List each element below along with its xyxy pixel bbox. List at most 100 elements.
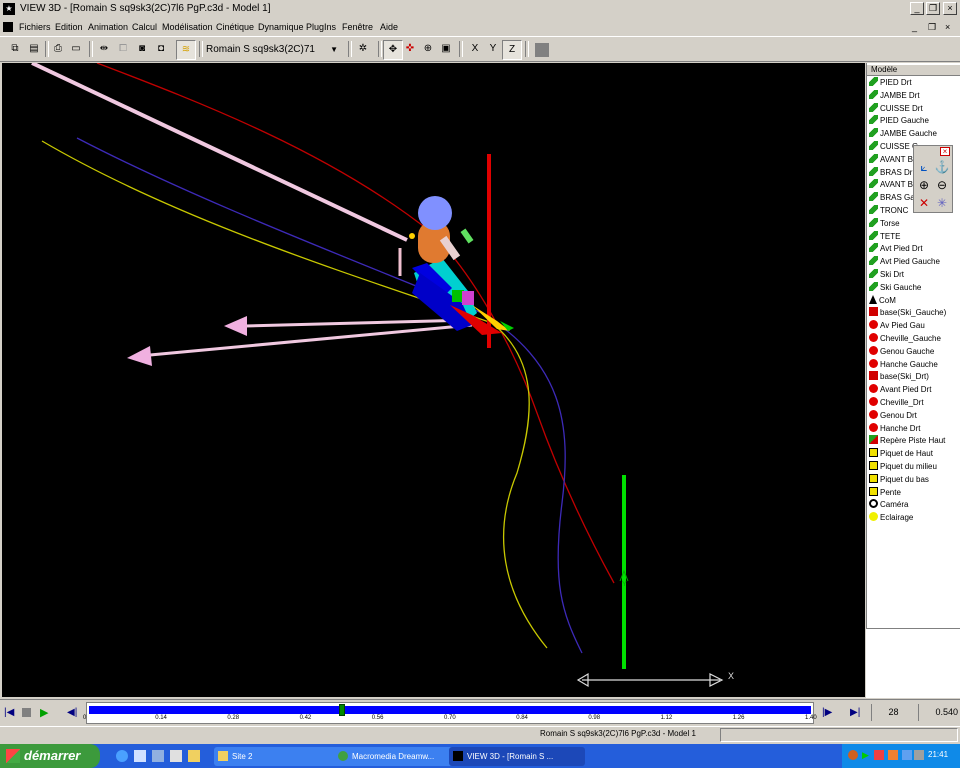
model-item[interactable]: CUISSE G — [869, 141, 918, 153]
model-item[interactable]: Repère Piste Haut — [869, 435, 945, 447]
model-item[interactable]: Ski Gauche — [869, 281, 921, 294]
menu-fichiers[interactable]: Fichiers — [19, 22, 51, 32]
network-icon[interactable] — [902, 750, 912, 760]
model-item[interactable]: Caméra — [869, 499, 908, 511]
model-item[interactable]: Pente — [869, 486, 901, 499]
model-item[interactable]: Genou Gauche — [869, 345, 934, 358]
tray-arrow-icon[interactable] — [848, 750, 858, 760]
task-site2[interactable]: Site 2 — [214, 747, 348, 766]
camera-icon[interactable]: ◙ — [133, 40, 151, 58]
model-item[interactable]: Genou Drt — [869, 409, 917, 422]
model-item[interactable]: Eclairage — [869, 512, 913, 524]
model-select[interactable]: Romain S sq9sk3(2C)71 ▼ — [206, 41, 344, 58]
print-icon[interactable]: ⎙ — [49, 40, 67, 58]
start-button[interactable]: démarrer — [0, 744, 100, 768]
menu-modelisation[interactable]: Modélisation — [162, 22, 213, 32]
frames-icon[interactable]: ⇹ — [95, 40, 113, 58]
model-item[interactable]: AVANT B — [869, 179, 913, 191]
model-item[interactable]: base(Ski_Drt) — [869, 371, 929, 383]
task-view3d[interactable]: VIEW 3D - [Romain S ... — [449, 747, 585, 766]
viewport-3d[interactable]: Y X — [2, 63, 865, 697]
model-item[interactable]: Av Pied Gau — [869, 320, 925, 332]
zoom-icon[interactable]: ⊕ — [419, 40, 437, 58]
model-item[interactable]: BRAS Ga — [869, 192, 915, 204]
timeline-thumb[interactable] — [338, 704, 345, 716]
tray-icon[interactable] — [874, 750, 884, 760]
monitor-icon[interactable]: ▭ — [67, 40, 85, 58]
model-item[interactable]: Avt Pied Gauche — [869, 256, 940, 268]
axis-x-button[interactable]: X — [466, 40, 484, 58]
ie-icon[interactable] — [116, 750, 128, 762]
zoom-in-icon[interactable]: ⊕ — [916, 177, 932, 193]
menu-animation[interactable]: Animation — [88, 22, 128, 32]
frame-view-icon[interactable]: ▣ — [437, 40, 455, 58]
mdi-minimize-button[interactable]: _ — [912, 22, 917, 32]
close-button[interactable]: × — [943, 2, 957, 15]
model-item[interactable]: base(Ski_Gauche) — [869, 307, 946, 319]
desktop-icon[interactable] — [134, 750, 146, 762]
model-item[interactable]: Avant Pied Drt — [869, 384, 931, 396]
mdi-close-button[interactable]: × — [945, 22, 950, 32]
copy-icon[interactable]: ⧠ — [114, 40, 132, 58]
menu-aide[interactable]: Aide — [380, 22, 398, 32]
media-icon[interactable] — [170, 750, 182, 762]
fast-forward-icon[interactable]: ▶| — [850, 707, 860, 718]
model-item[interactable]: Avt Pied Drt — [869, 243, 923, 255]
model-item[interactable]: Piquet de Haut — [869, 448, 933, 460]
model-item[interactable]: BRAS Dr — [869, 166, 912, 179]
stop-icon[interactable] — [535, 43, 549, 57]
close-icon[interactable]: × — [940, 147, 950, 156]
move-icon[interactable]: ✥ — [383, 40, 403, 60]
model-item[interactable]: CoM — [869, 294, 896, 307]
zoom-out-icon[interactable]: ⊖ — [934, 177, 950, 193]
model-item[interactable]: Torse — [869, 217, 900, 230]
open-icon[interactable]: ⧉ — [6, 40, 24, 58]
tray-play-icon[interactable]: ▶ — [862, 750, 869, 761]
model-item[interactable]: Piquet du milieu — [869, 461, 937, 473]
model-item[interactable]: CUISSE Drt — [869, 102, 923, 115]
model-item[interactable]: Ski Drt — [869, 269, 904, 281]
settings-icon[interactable]: ✲ — [354, 40, 372, 58]
menu-plugins[interactable]: PlugIns — [306, 22, 336, 32]
menu-fenetre[interactable]: Fenêtre — [342, 22, 373, 32]
delete-icon[interactable]: ✕ — [916, 195, 932, 211]
step-back-icon[interactable]: ◀| — [67, 707, 77, 718]
menu-dynamique[interactable]: Dynamique — [258, 22, 304, 32]
axis-y-button[interactable]: Y — [484, 40, 502, 58]
task-dreamweaver[interactable]: Macromedia Dreamw... — [334, 747, 462, 766]
model-item[interactable]: AVANT B — [869, 153, 913, 166]
compass-icon[interactable]: ✳ — [934, 195, 950, 211]
stop-icon[interactable] — [22, 708, 31, 717]
model-item[interactable]: TRONC — [869, 205, 908, 217]
menu-edition[interactable]: Edition — [55, 22, 83, 32]
model-item[interactable]: Hanche Gauche — [869, 358, 938, 371]
model-item[interactable]: Cheville_Drt — [869, 397, 924, 409]
rewind-icon[interactable]: |◀ — [4, 707, 14, 718]
volume-icon[interactable] — [914, 750, 924, 760]
menu-calcul[interactable]: Calcul — [132, 22, 157, 32]
explorer-icon[interactable] — [152, 750, 164, 762]
step-forward-icon[interactable]: |▶ — [822, 707, 832, 718]
model-item[interactable]: Piquet du bas — [869, 473, 929, 486]
timeline[interactable]: 0 0.14 0.28 0.42 0.56 0.70 0.84 0.98 1.12 1.26 1.4… — [83, 702, 817, 724]
video-icon[interactable]: ◘ — [152, 40, 170, 58]
film-icon[interactable]: ▤ — [25, 40, 43, 58]
minimize-button[interactable]: _ — [910, 2, 924, 15]
mdi-restore-button[interactable]: ❐ — [928, 22, 936, 33]
model-item[interactable]: Hanche Drt — [869, 422, 920, 435]
restore-button[interactable]: ❐ — [926, 2, 940, 15]
rotate-icon[interactable]: ✜ — [401, 40, 419, 58]
model-item[interactable]: PIED Drt — [869, 77, 912, 89]
play-icon[interactable]: ▶ — [40, 706, 48, 719]
model-item[interactable]: JAMBE Drt — [869, 89, 920, 102]
model-item[interactable]: Cheville_Gauche — [869, 333, 941, 345]
model-item[interactable]: TETE — [869, 230, 900, 243]
quicklaunch-icon[interactable] — [188, 750, 200, 762]
tray-icon[interactable] — [888, 750, 898, 760]
axis-z-button[interactable]: Z — [502, 40, 522, 60]
model-item[interactable]: PIED Gauche — [869, 115, 929, 127]
axes-icon[interactable]: ⟀ — [916, 159, 932, 175]
model-item[interactable]: JAMBE Gauche — [869, 128, 937, 140]
menu-cinetique[interactable]: Cinétique — [216, 22, 254, 32]
anchor-icon[interactable]: ⚓ — [934, 159, 950, 175]
